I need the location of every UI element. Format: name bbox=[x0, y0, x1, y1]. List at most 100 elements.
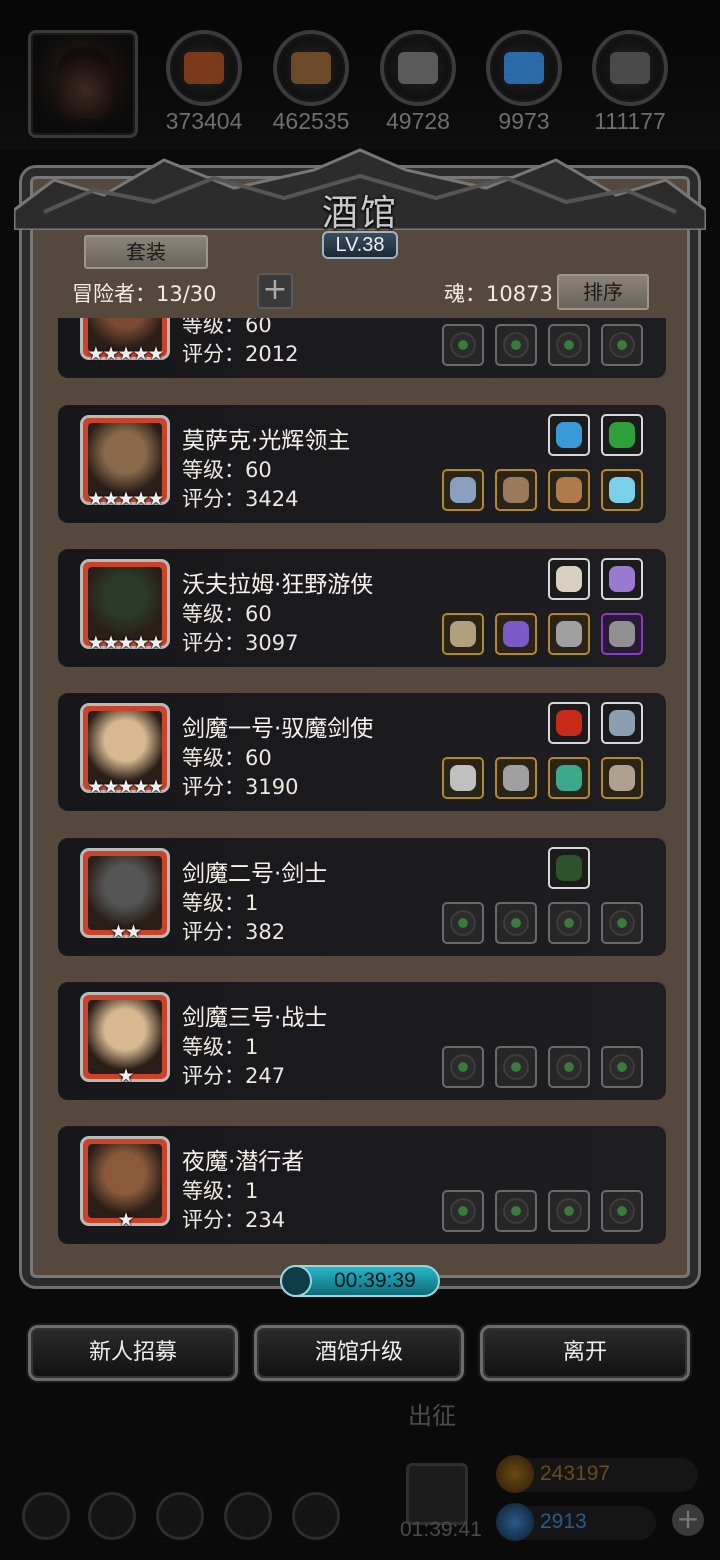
hero-score: 评分：234 bbox=[182, 1208, 286, 1232]
hero-name: 莫萨克·光辉领主 bbox=[182, 428, 351, 454]
hero-hooded-ranger bbox=[88, 567, 162, 641]
mace-icon[interactable] bbox=[442, 469, 484, 511]
weapon-slot[interactable] bbox=[442, 902, 484, 944]
mail-icon[interactable] bbox=[224, 1492, 272, 1540]
resource-bar: 373404 462535 49728 9973 111177 bbox=[0, 0, 720, 150]
boots-icon[interactable] bbox=[548, 469, 590, 511]
hero-card[interactable]: ★★★★★ 沃夫拉姆·狂野游侠 等级：60 评分：3097 bbox=[58, 549, 666, 667]
accessory-slot[interactable] bbox=[601, 324, 643, 366]
settings-icon[interactable] bbox=[22, 1492, 70, 1540]
star-rating: ★★★★★ bbox=[87, 632, 164, 654]
recruit-button[interactable]: 新人招募 bbox=[28, 1325, 238, 1381]
armor-slot[interactable] bbox=[495, 1046, 537, 1088]
leave-button[interactable]: 离开 bbox=[480, 1325, 690, 1381]
hero-level: 等级：60 bbox=[182, 458, 272, 482]
dark-helmet-icon[interactable] bbox=[601, 613, 643, 655]
ring-icon[interactable] bbox=[601, 469, 643, 511]
castle-icon[interactable] bbox=[156, 1492, 204, 1540]
player-avatar[interactable] bbox=[28, 30, 138, 138]
purple-armor-icon[interactable] bbox=[495, 613, 537, 655]
rune-slot-icon[interactable] bbox=[548, 847, 590, 889]
achievement-icon[interactable] bbox=[88, 1492, 136, 1540]
hero-card[interactable]: ★ 夜魔·潜行者 等级：1 评分：234 bbox=[58, 1126, 666, 1244]
hero-card[interactable]: ★★★★★ 等级：60 评分：2012 bbox=[58, 318, 666, 378]
accessory-slot[interactable] bbox=[601, 902, 643, 944]
adventurer-count: 冒险者：13/30 bbox=[72, 282, 217, 306]
refresh-timer: 00:39:39 bbox=[280, 1265, 440, 1297]
steel-icon bbox=[592, 30, 668, 106]
resource-value: 373404 bbox=[165, 108, 243, 134]
hero-blonde-warrior bbox=[88, 1000, 162, 1074]
tavern-upgrade-button[interactable]: 酒馆升级 bbox=[254, 1325, 464, 1381]
hero-card[interactable]: ★ 剑魔三号·战士 等级：1 评分：247 bbox=[58, 982, 666, 1100]
star-rating: ★★★★★ bbox=[87, 343, 164, 365]
hero-card[interactable]: ★★★★★ 剑魔一号·驭魔剑使 等级：60 评分：3190 bbox=[58, 693, 666, 811]
wood-icon bbox=[273, 30, 349, 106]
sword-icon[interactable] bbox=[442, 757, 484, 799]
red-gem-icon[interactable] bbox=[548, 702, 590, 744]
clock-icon bbox=[280, 1265, 312, 1297]
hero-card[interactable]: ★★ 剑魔二号·剑士 等级：1 评分：382 bbox=[58, 838, 666, 956]
armor-slot[interactable] bbox=[495, 902, 537, 944]
hero-list[interactable]: ★★★★★ 等级：60 评分：2012 ★★★★★ 莫萨克·光辉领主 等级：60 评分：34… bbox=[58, 318, 666, 1250]
iron-icon bbox=[380, 30, 456, 106]
accessory-slot[interactable] bbox=[601, 1190, 643, 1232]
helmet-icon[interactable] bbox=[548, 613, 590, 655]
green-rune-icon[interactable] bbox=[601, 414, 643, 456]
hero-score: 评分：3097 bbox=[182, 631, 299, 655]
gift-timer: 01:39:41 bbox=[400, 1518, 482, 1541]
blue-gem-icon[interactable] bbox=[548, 414, 590, 456]
timer-text: 00:39:39 bbox=[334, 1269, 416, 1292]
hero-score: 评分：247 bbox=[182, 1064, 286, 1088]
weapon-slot[interactable] bbox=[442, 1046, 484, 1088]
plate-armor-icon[interactable] bbox=[495, 757, 537, 799]
hero-score: 评分：382 bbox=[182, 920, 286, 944]
resource-value: 462535 bbox=[272, 108, 350, 134]
armor-slot[interactable] bbox=[495, 324, 537, 366]
add-currency-button[interactable]: + bbox=[672, 1504, 704, 1536]
star-rating: ★ bbox=[117, 1209, 134, 1231]
star-rating: ★★ bbox=[109, 921, 142, 943]
hero-name: 剑魔二号·剑士 bbox=[182, 861, 328, 887]
resource-crystal[interactable]: 9973 bbox=[484, 30, 564, 135]
tooth-icon[interactable] bbox=[548, 558, 590, 600]
crystal-icon bbox=[486, 30, 562, 106]
gift-box-icon[interactable] bbox=[406, 1463, 468, 1525]
ring-slot[interactable] bbox=[548, 902, 590, 944]
ring-slot[interactable] bbox=[548, 324, 590, 366]
resource-steel[interactable]: 111177 bbox=[590, 30, 670, 135]
hero-name: 剑魔三号·战士 bbox=[182, 1005, 328, 1031]
weapon-slot[interactable] bbox=[442, 1190, 484, 1232]
chest-armor-icon[interactable] bbox=[495, 469, 537, 511]
resource-meat[interactable]: 373404 bbox=[164, 30, 244, 135]
gauntlet-icon[interactable] bbox=[601, 757, 643, 799]
hero-blonde-swordswoman bbox=[88, 711, 162, 785]
equipment-set-button[interactable]: 套装 bbox=[84, 235, 208, 269]
hero-level: 等级：1 bbox=[182, 1179, 259, 1203]
hero-name: 剑魔一号·驭魔剑使 bbox=[182, 716, 374, 742]
weapon-slot[interactable] bbox=[442, 324, 484, 366]
resource-value: 111177 bbox=[594, 108, 666, 134]
resource-wood[interactable]: 462535 bbox=[271, 30, 351, 135]
resource-value: 9973 bbox=[498, 108, 550, 134]
armor-slot[interactable] bbox=[495, 1190, 537, 1232]
sort-button[interactable]: 排序 bbox=[557, 274, 649, 310]
hero-blond-lord bbox=[88, 423, 162, 497]
gold-value: 243197 bbox=[540, 1462, 611, 1485]
meat-icon bbox=[166, 30, 242, 106]
hero-card[interactable]: ★★★★★ 莫萨克·光辉领主 等级：60 评分：3424 bbox=[58, 405, 666, 523]
hero-name: 夜魔·潜行者 bbox=[182, 1149, 305, 1175]
tavern-title: 酒馆 bbox=[321, 193, 398, 234]
star-rating: ★ bbox=[117, 1065, 134, 1087]
resource-iron[interactable]: 49728 bbox=[378, 30, 458, 135]
mask-icon[interactable] bbox=[601, 702, 643, 744]
accessory-slot[interactable] bbox=[601, 1046, 643, 1088]
spear-icon[interactable] bbox=[442, 613, 484, 655]
add-slot-button[interactable]: + bbox=[257, 273, 293, 309]
shop-icon[interactable] bbox=[292, 1492, 340, 1540]
gem-value: 2913 bbox=[540, 1510, 587, 1533]
ring-slot[interactable] bbox=[548, 1190, 590, 1232]
jade-ring-icon[interactable] bbox=[548, 757, 590, 799]
purple-crystal-icon[interactable] bbox=[601, 558, 643, 600]
ring-slot[interactable] bbox=[548, 1046, 590, 1088]
